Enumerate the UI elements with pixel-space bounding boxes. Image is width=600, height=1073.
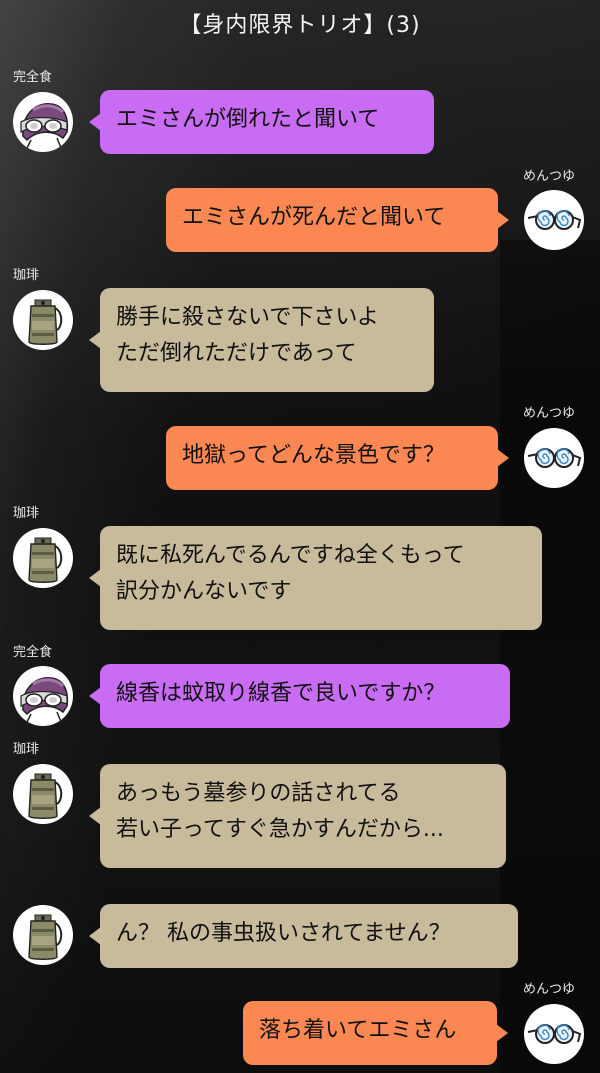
coffee-can-icon (28, 537, 63, 584)
goggles-helmet-icon (19, 102, 69, 150)
avatar[interactable] (524, 428, 584, 488)
chat-bubble-text: 落ち着いてエミさん (259, 1018, 457, 1043)
sender-name: めんつゆ (523, 406, 576, 421)
avatar[interactable] (13, 764, 73, 824)
coffee-can-icon (28, 299, 63, 346)
avatar[interactable] (13, 290, 73, 350)
chat-bubble-text: あっもう墓参りの話されてる (116, 781, 401, 806)
coffee-can-icon (28, 914, 63, 961)
chat-bubble-text: 訳分かんないです (116, 579, 292, 604)
chat-bubble[interactable]: 落ち着いてエミさん (243, 1001, 508, 1065)
sender-name: 珈琲 (13, 268, 40, 283)
chat-bubble-text: 線香は蚊取り線香で良いですか？ (116, 681, 446, 706)
chat-bubble-text: 勝手に殺さないで下さいよ (116, 305, 379, 330)
chat-title: 【身内限界トリオ】(3) (179, 13, 421, 38)
chat-bubble-text: ん？ 私の事虫扱いされてません？ (116, 921, 451, 946)
chat-bubble[interactable]: エミさんが死んだと聞いて (166, 188, 509, 252)
sender-name: めんつゆ (523, 169, 576, 184)
chat-bubble-text: 若い子ってすぐ急かすんだから... (116, 817, 444, 842)
chat-bubble-text: ただ倒れただけであって (116, 341, 357, 366)
sender-name: 珈琲 (13, 742, 40, 757)
goggles-helmet-icon (19, 676, 69, 724)
avatar[interactable] (524, 190, 584, 250)
chat-bubble[interactable]: 線香は蚊取り線香で良いですか？ (89, 664, 510, 728)
chat-bubble[interactable]: あっもう墓参りの話されてる 若い子ってすぐ急かすんだから... (89, 764, 506, 868)
sender-name: めんつゆ (523, 982, 576, 997)
chat-bubble-text: 地獄ってどんな景色です？ (182, 443, 445, 468)
chat-bubble[interactable]: 勝手に殺さないで下さいよ ただ倒れただけであって (89, 288, 434, 392)
avatar[interactable] (13, 92, 73, 152)
chat-bubble[interactable]: ん？ 私の事虫扱いされてません？ (89, 904, 518, 968)
chat-bubble[interactable]: 地獄ってどんな景色です？ (166, 426, 509, 490)
chat-bubble[interactable]: エミさんが倒れたと聞いて (89, 90, 434, 154)
avatar[interactable] (13, 666, 73, 726)
avatar[interactable] (13, 528, 73, 588)
avatar[interactable] (13, 905, 73, 965)
avatar[interactable] (524, 1004, 584, 1064)
spiral-glasses-icon (527, 447, 581, 468)
spiral-glasses-icon (527, 1023, 581, 1044)
chat-bubble[interactable]: 既に私死んでるんですね全くもって 訳分かんないです (89, 526, 542, 630)
chat-bubble-text: エミさんが倒れたと聞いて (116, 107, 380, 132)
sender-name: 完全食 (13, 70, 53, 85)
chat-bubble-text: 既に私死んでるんですね全くもって (116, 543, 465, 568)
spiral-glasses-icon (527, 209, 581, 230)
chat-bubble-text: エミさんが死んだと聞いて (182, 205, 446, 230)
coffee-can-icon (28, 773, 63, 820)
sender-name: 完全食 (13, 645, 53, 660)
sender-name: 珈琲 (13, 506, 40, 521)
